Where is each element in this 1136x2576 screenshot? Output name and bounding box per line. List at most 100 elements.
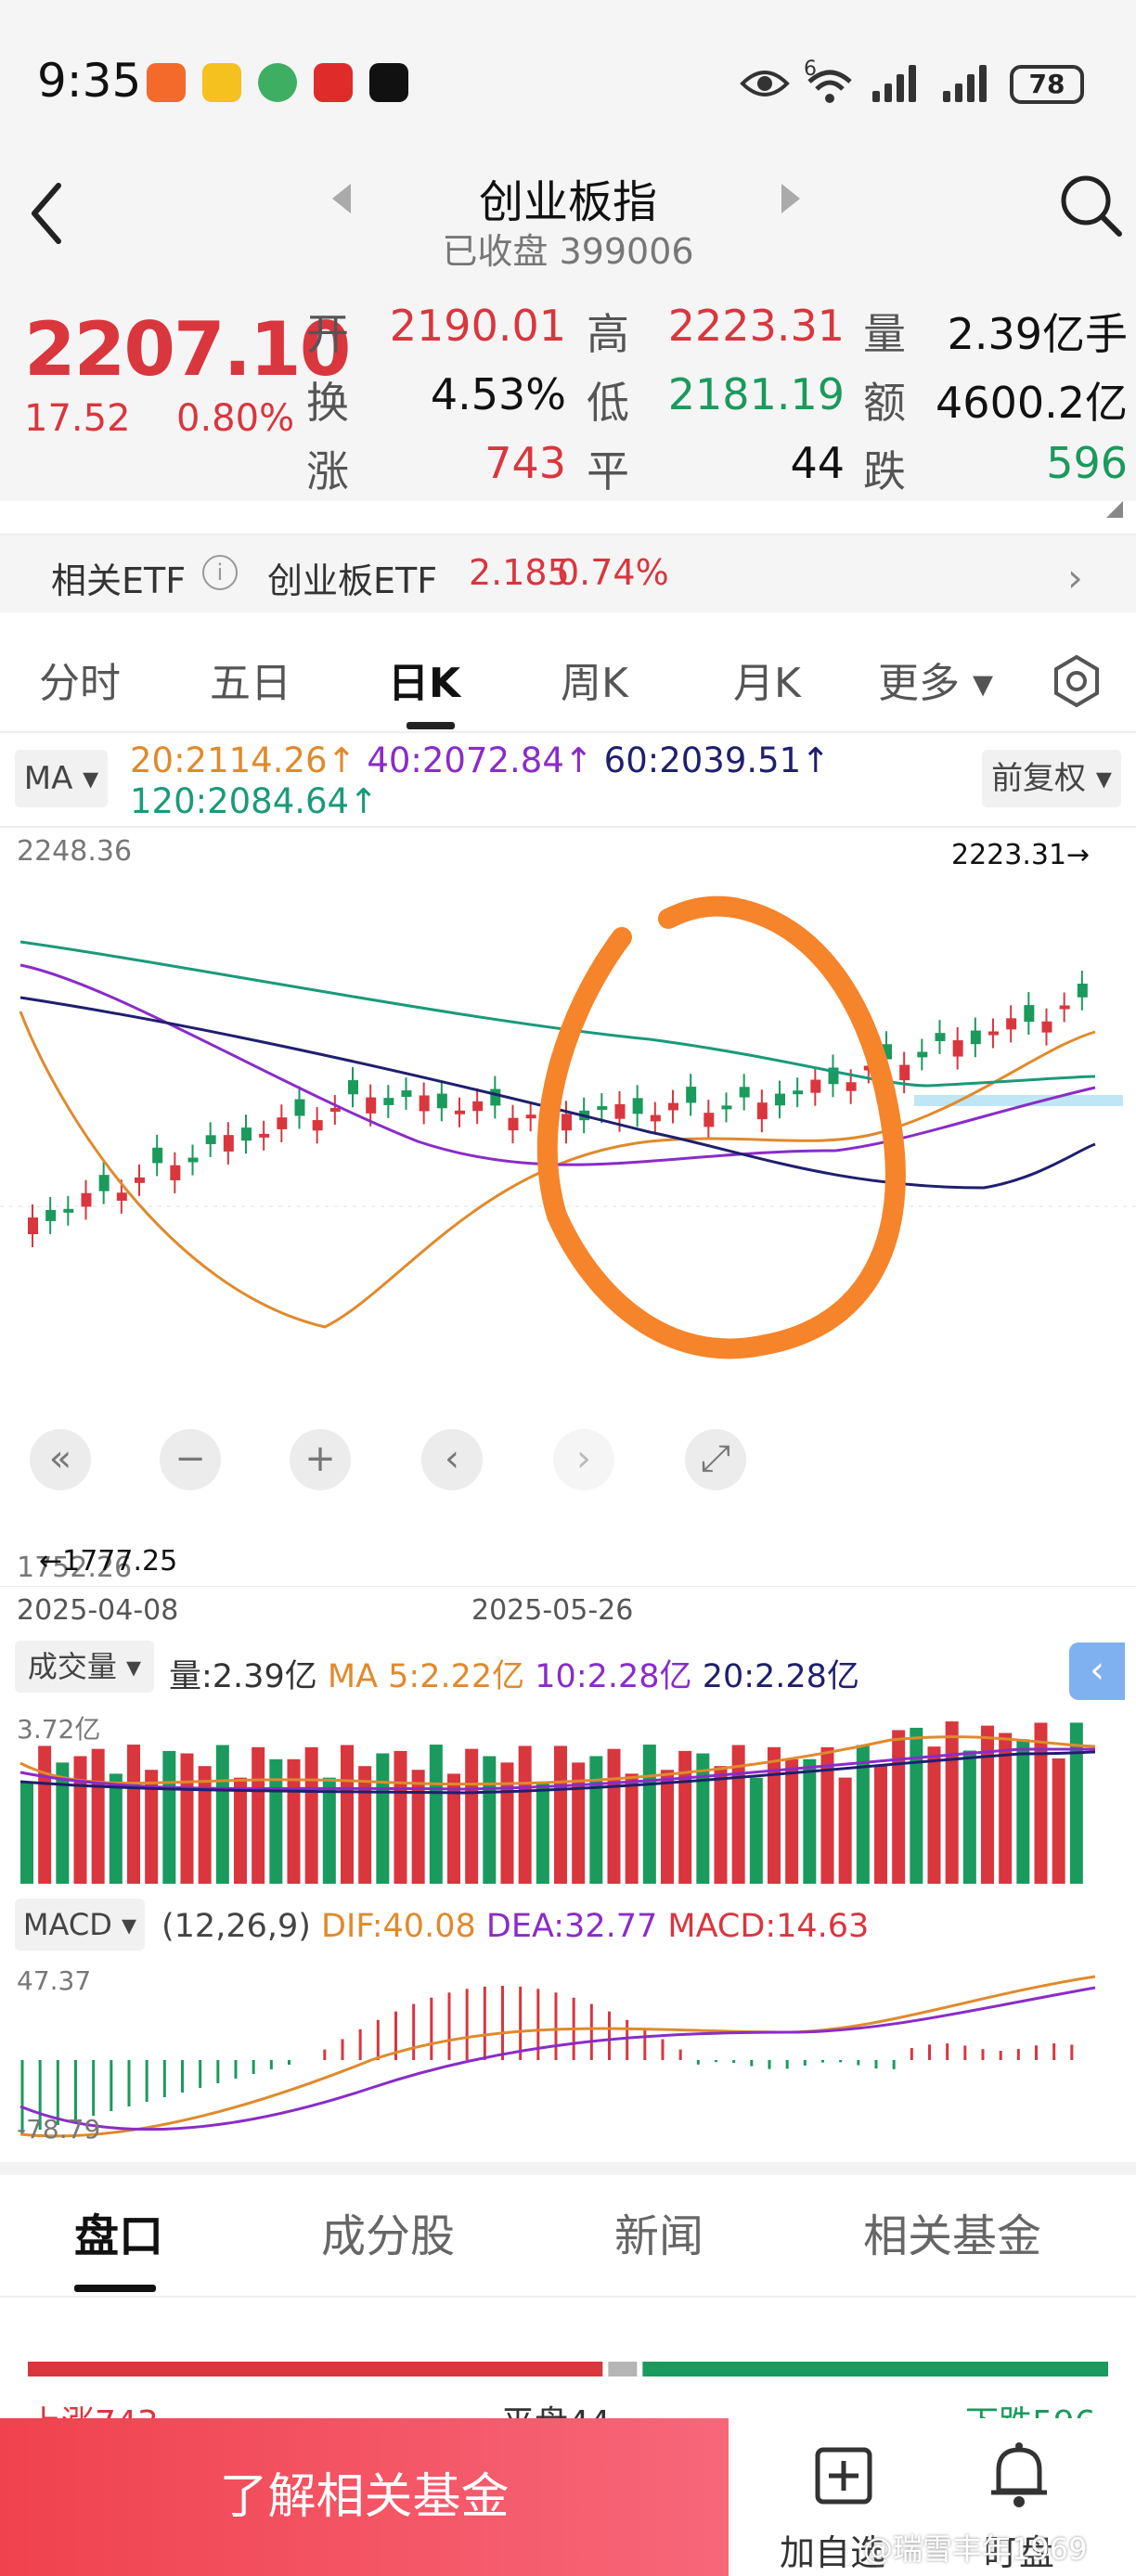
date-mid: 2025-05-26 [471,1594,634,1627]
high-label: 高 [587,309,629,359]
macd-indicator-select[interactable]: MACD ▾ [15,1899,145,1951]
candle-body [490,1088,501,1106]
volume-bar [554,1745,567,1884]
candle-body [98,1175,110,1191]
scroll-start-button[interactable]: « [30,1429,91,1490]
volume-bar [180,1753,194,1884]
volume-bar [803,1758,817,1884]
tab-monthly-k[interactable]: 月K [733,650,801,709]
tab-weekly-k[interactable]: 周K [561,650,628,709]
zoom-in-button[interactable]: + [290,1429,351,1490]
etf-name[interactable]: 创业板ETF [267,552,437,603]
tab-related-funds[interactable]: 相关基金 [863,2199,1041,2264]
price-adjust-select[interactable]: 前复权 ▾ [982,750,1121,807]
volume-bar [341,1745,354,1884]
amount-label: 额 [863,378,906,428]
candle-body [988,1031,999,1036]
page-subtitle: 已收盘 399006 [0,223,1136,274]
search-icon[interactable] [1058,173,1123,238]
candle-body [668,1102,678,1111]
index-code: 399006 [559,231,694,272]
tab-news[interactable]: 新闻 [614,2199,704,2264]
candle-body [277,1117,288,1129]
volume-chart[interactable] [0,1707,1136,1884]
app-icon-1 [147,63,186,102]
volume-bar [910,1727,923,1884]
side-panel-toggle[interactable]: ‹ [1069,1642,1125,1700]
candle-body [650,1114,661,1122]
next-index-arrow[interactable] [781,184,800,213]
battery-indicator: 78 [1010,65,1084,104]
candle-body [366,1097,377,1114]
candle-body [294,1099,305,1116]
volume-ma5: MA 5:2.22亿 [327,1658,525,1695]
macd-chart[interactable] [0,1958,1136,2144]
candle-body [152,1147,163,1164]
candle-body [508,1117,519,1131]
learn-funds-button[interactable]: 了解相关基金 [0,2418,729,2576]
etf-price: 2.185 [469,552,570,593]
amount-value: 4600.2亿 [936,378,1128,428]
candle-body [1006,1018,1017,1030]
candle-body [259,1133,270,1138]
low-label: 低 [587,378,629,428]
volume-bar [1034,1722,1048,1884]
tab-five-day[interactable]: 五日 [210,650,291,709]
zoom-out-button[interactable]: − [160,1429,221,1490]
settings-icon[interactable] [1049,653,1104,709]
scroll-left-button[interactable]: ‹ [421,1429,483,1490]
volume-bar [785,1758,799,1884]
tab-more[interactable]: 更多 ▾ [878,650,993,709]
candle-body [348,1080,358,1095]
volume-bar [625,1773,639,1884]
tab-intraday[interactable]: 分时 [39,650,121,709]
volume-bar [465,1748,479,1884]
volume-value: 量:2.39亿 [169,1658,317,1695]
info-icon[interactable]: i [202,555,238,590]
flat-label: 平 [587,446,629,496]
macd-axis-min: -78.79 [17,2114,101,2145]
ma40-value: 40:2072.84↑ [367,741,593,780]
candle-body [793,1090,804,1095]
volume-bar [981,1725,994,1884]
app-icon-4 [314,63,353,102]
volume-bar [714,1766,728,1884]
volume-bar [109,1773,123,1884]
candle-body [917,1051,928,1058]
macd-value: MACD:14.63 [667,1908,870,1945]
candle-body [756,1102,768,1120]
scroll-right-button[interactable]: › [553,1429,614,1490]
chevron-right-icon[interactable]: › [1067,555,1083,600]
volume-bar [411,1770,425,1884]
candle-body [935,1033,946,1041]
volume-bar [73,1756,87,1884]
fullscreen-button[interactable]: ⤢ [685,1429,746,1490]
volume-value: 2.39亿手 [947,309,1128,359]
up-count: 743 [484,438,566,488]
kline-axis-max: 2248.36 [17,835,133,868]
volume-ma10: 10:2.28亿 [535,1658,692,1695]
volume-bar [518,1745,532,1884]
tab-daily-k[interactable]: 日K [388,650,460,709]
watermark: @瑞雪丰年1969 [863,2531,1088,2567]
candle-body [205,1135,216,1144]
expand-corner-icon[interactable] [1106,501,1123,518]
volume-label: 量 [863,309,906,359]
tab-constituents[interactable]: 成分股 [321,2199,455,2264]
low-value: 2181.19 [667,369,845,419]
volume-bar [661,1770,674,1884]
tab-order-book[interactable]: 盘口 [74,2199,163,2264]
weibo-icon [202,63,241,102]
flat-count: 44 [790,438,845,488]
add-watchlist-icon[interactable] [787,2446,898,2511]
volume-bar [1052,1758,1065,1884]
volume-bar [749,1777,763,1884]
dif-line [19,1975,1096,2138]
volume-indicator-select[interactable]: 成交量 ▾ [15,1641,154,1693]
volume-bar [127,1745,140,1884]
candle-body [329,1108,341,1113]
volume-bar [874,1766,887,1884]
ma-indicator-select[interactable]: MA ▾ [15,750,108,807]
candle-body [1041,1021,1052,1033]
bell-icon[interactable] [982,2441,1056,2511]
